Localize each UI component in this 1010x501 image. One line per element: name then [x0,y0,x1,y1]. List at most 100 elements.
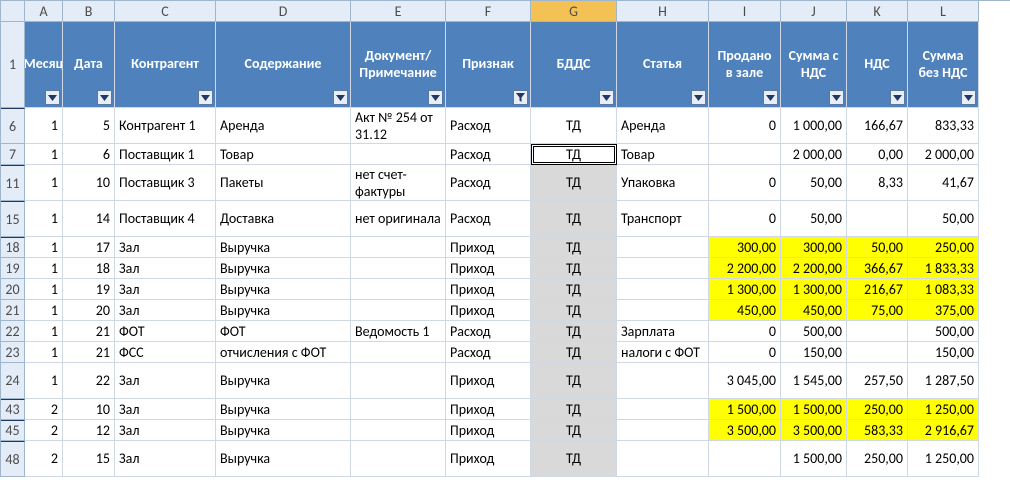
cell-G21[interactable]: ТД [531,300,617,321]
cell-I24[interactable]: 3 045,00 [709,363,781,399]
cell-I15[interactable]: 0 [709,201,781,237]
row-header-23[interactable]: 23 [1,342,25,363]
cell-C6[interactable]: Контрагент 1 [115,108,216,144]
cell-A24[interactable]: 1 [25,363,63,399]
column-title-K[interactable]: НДС [847,22,908,108]
cell-F48[interactable]: Приход [446,441,531,477]
cell-F20[interactable]: Приход [446,279,531,300]
cell-A6[interactable]: 1 [25,108,63,144]
column-title-J[interactable]: Сумма с НДС [781,22,847,108]
cell-B19[interactable]: 18 [63,258,115,279]
cell-B11[interactable]: 10 [63,165,115,201]
cell-B22[interactable]: 21 [63,321,115,342]
cell-F18[interactable]: Приход [446,237,531,258]
column-title-E[interactable]: Документ/Примечание [351,22,446,108]
column-title-D[interactable]: Содержание [216,22,351,108]
cell-G23[interactable]: ТД [531,342,617,363]
cell-D20[interactable]: Выручка [216,279,351,300]
filter-button-L[interactable] [961,90,976,105]
cell-K43[interactable]: 250,00 [847,399,908,420]
cell-B7[interactable]: 6 [63,144,115,165]
cell-C21[interactable]: Зал [115,300,216,321]
cell-I43[interactable]: 1 500,00 [709,399,781,420]
cell-J21[interactable]: 450,00 [781,300,847,321]
cell-H24[interactable] [617,363,709,399]
cell-G6[interactable]: ТД [531,108,617,144]
cell-L18[interactable]: 250,00 [908,237,979,258]
cell-I19[interactable]: 2 200,00 [709,258,781,279]
row-header-43[interactable]: 43 [1,399,25,420]
cell-F21[interactable]: Приход [446,300,531,321]
cell-B45[interactable]: 12 [63,420,115,441]
cell-H6[interactable]: Аренда [617,108,709,144]
cell-G18[interactable]: ТД [531,237,617,258]
cell-F7[interactable]: Расход [446,144,531,165]
cell-E7[interactable] [351,144,446,165]
cell-L22[interactable]: 500,00 [908,321,979,342]
cell-E20[interactable] [351,279,446,300]
cell-H7[interactable]: Товар [617,144,709,165]
cell-J7[interactable]: 2 000,00 [781,144,847,165]
cell-B15[interactable]: 14 [63,201,115,237]
cell-K6[interactable]: 166,67 [847,108,908,144]
cell-D43[interactable]: Выручка [216,399,351,420]
cell-G15[interactable]: ТД [531,201,617,237]
cell-F43[interactable]: Приход [446,399,531,420]
cell-J45[interactable]: 3 500,00 [781,420,847,441]
column-header-A[interactable]: A [25,1,63,22]
cell-J48[interactable]: 1 500,00 [781,441,847,477]
cell-G20[interactable]: ТД [531,279,617,300]
cell-B43[interactable]: 10 [63,399,115,420]
cell-H11[interactable]: Упаковка [617,165,709,201]
cell-D48[interactable]: Выручка [216,441,351,477]
row-header-24[interactable]: 24 [1,363,25,399]
cell-F11[interactable]: Расход [446,165,531,201]
cell-G43[interactable]: ТД [531,399,617,420]
cell-C24[interactable]: Зал [115,363,216,399]
cell-F22[interactable]: Расход [446,321,531,342]
cell-K24[interactable]: 257,50 [847,363,908,399]
cell-D23[interactable]: отчисления с ФОТ [216,342,351,363]
cell-E19[interactable] [351,258,446,279]
cell-I45[interactable]: 3 500,00 [709,420,781,441]
cell-D19[interactable]: Выручка [216,258,351,279]
cell-J15[interactable]: 50,00 [781,201,847,237]
cell-J23[interactable]: 150,00 [781,342,847,363]
column-title-C[interactable]: Контрагент [115,22,216,108]
cell-L20[interactable]: 1 083,33 [908,279,979,300]
filter-button-J[interactable] [829,90,844,105]
cell-D11[interactable]: Пакеты [216,165,351,201]
cell-F15[interactable]: Расход [446,201,531,237]
cell-C45[interactable]: Зал [115,420,216,441]
select-all-corner[interactable] [1,1,25,22]
cell-E6[interactable]: Акт № 254 от 31.12 [351,108,446,144]
cell-E15[interactable]: нет оригинала [351,201,446,237]
column-header-E[interactable]: E [351,1,446,22]
cell-H20[interactable] [617,279,709,300]
column-header-C[interactable]: C [115,1,216,22]
cell-J6[interactable]: 1 000,00 [781,108,847,144]
cell-A20[interactable]: 1 [25,279,63,300]
cell-H48[interactable] [617,441,709,477]
cell-K21[interactable]: 75,00 [847,300,908,321]
cell-I11[interactable]: 0 [709,165,781,201]
cell-B6[interactable]: 5 [63,108,115,144]
cell-L19[interactable]: 1 833,33 [908,258,979,279]
cell-I23[interactable]: 0 [709,342,781,363]
filter-button-D[interactable] [333,90,348,105]
column-header-I[interactable]: I [709,1,781,22]
cell-A7[interactable]: 1 [25,144,63,165]
column-title-H[interactable]: Статья [617,22,709,108]
cell-D21[interactable]: Выручка [216,300,351,321]
cell-G24[interactable]: ТД [531,363,617,399]
cell-J19[interactable]: 2 200,00 [781,258,847,279]
cell-J11[interactable]: 50,00 [781,165,847,201]
cell-K45[interactable]: 583,33 [847,420,908,441]
cell-K7[interactable]: 0,00 [847,144,908,165]
cell-L45[interactable]: 2 916,67 [908,420,979,441]
cell-E24[interactable] [351,363,446,399]
cell-H21[interactable] [617,300,709,321]
row-header-48[interactable]: 48 [1,441,25,477]
cell-C15[interactable]: Поставщик 4 [115,201,216,237]
cell-F6[interactable]: Расход [446,108,531,144]
